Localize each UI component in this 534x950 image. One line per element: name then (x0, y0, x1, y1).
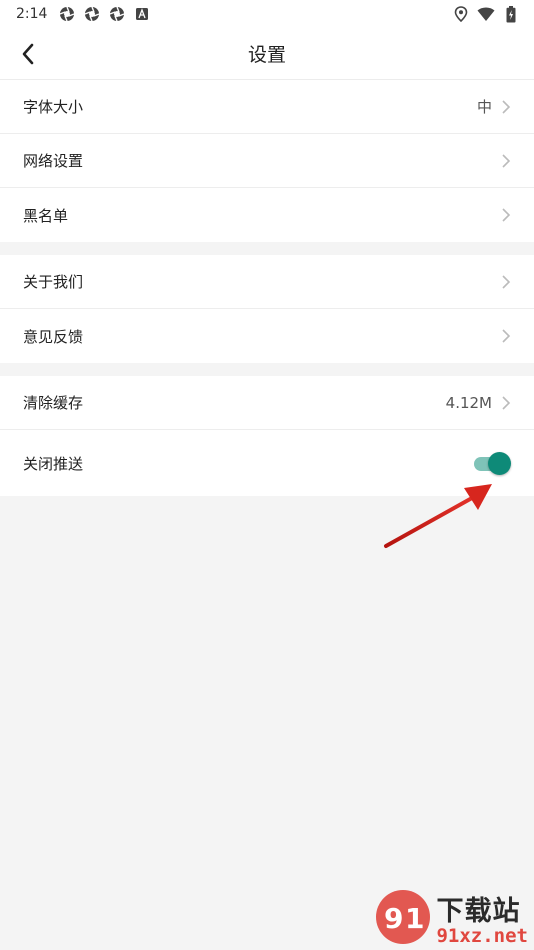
row-label: 字体大小 (23, 98, 84, 116)
battery-icon (502, 5, 520, 23)
row-label: 关闭推送 (23, 454, 84, 473)
about-us-row[interactable]: 关于我们 (0, 255, 534, 309)
chevron-right-icon (500, 274, 512, 290)
chevron-right-icon (500, 207, 512, 223)
brand-logo-icon: 9 1 (376, 890, 431, 944)
status-bar: 2:14 (0, 0, 534, 28)
network-settings-row[interactable]: 网络设置 (0, 134, 534, 188)
status-time: 2:14 (16, 6, 48, 22)
aperture-icon (58, 5, 76, 23)
chevron-right-icon (500, 328, 512, 344)
disable-push-row: 关闭推送 (0, 430, 534, 496)
clear-cache-row[interactable]: 清除缓存 4.12M (0, 376, 534, 430)
svg-text:9: 9 (384, 902, 403, 935)
chevron-right-icon (500, 153, 512, 169)
row-label: 清除缓存 (23, 394, 84, 412)
watermark: 9 1 下载站 91xz.net (374, 888, 528, 946)
status-left: 2:14 (16, 5, 151, 23)
chevron-right-icon (500, 395, 512, 411)
row-value: 中 (476, 98, 492, 116)
disable-push-toggle[interactable] (472, 451, 512, 475)
svg-text:1: 1 (405, 902, 424, 935)
font-size-row[interactable]: 字体大小 中 (0, 80, 534, 134)
status-right (452, 5, 520, 23)
row-label: 网络设置 (23, 152, 84, 170)
page-title: 设置 (247, 44, 286, 66)
back-button[interactable] (14, 40, 42, 68)
wifi-icon (477, 5, 495, 23)
aperture-icon (108, 5, 126, 23)
row-label: 黑名单 (23, 206, 69, 225)
toggle-knob (488, 452, 511, 475)
location-icon (452, 5, 470, 23)
settings-group-display: 字体大小 中 网络设置 黑名单 (0, 80, 534, 242)
group-divider (0, 363, 534, 376)
aperture-icon (83, 5, 101, 23)
chevron-right-icon (500, 99, 512, 115)
feedback-row[interactable]: 意见反馈 (0, 309, 534, 363)
cache-size-value: 4.12M (445, 393, 492, 412)
a-badge-icon (133, 5, 151, 23)
nav-bar: 设置 (0, 28, 534, 80)
settings-group-misc: 清除缓存 4.12M 关闭推送 (0, 376, 534, 496)
group-divider (0, 242, 534, 255)
row-label: 意见反馈 (23, 327, 84, 346)
blacklist-row[interactable]: 黑名单 (0, 188, 534, 242)
watermark-brand-cn: 下载站 (436, 896, 521, 927)
watermark-brand-url: 91xz.net (436, 925, 528, 947)
settings-group-about: 关于我们 意见反馈 (0, 255, 534, 363)
watermark-text: 下载站 91xz.net (436, 898, 528, 946)
row-label: 关于我们 (23, 273, 84, 291)
chevron-left-icon (22, 43, 34, 65)
